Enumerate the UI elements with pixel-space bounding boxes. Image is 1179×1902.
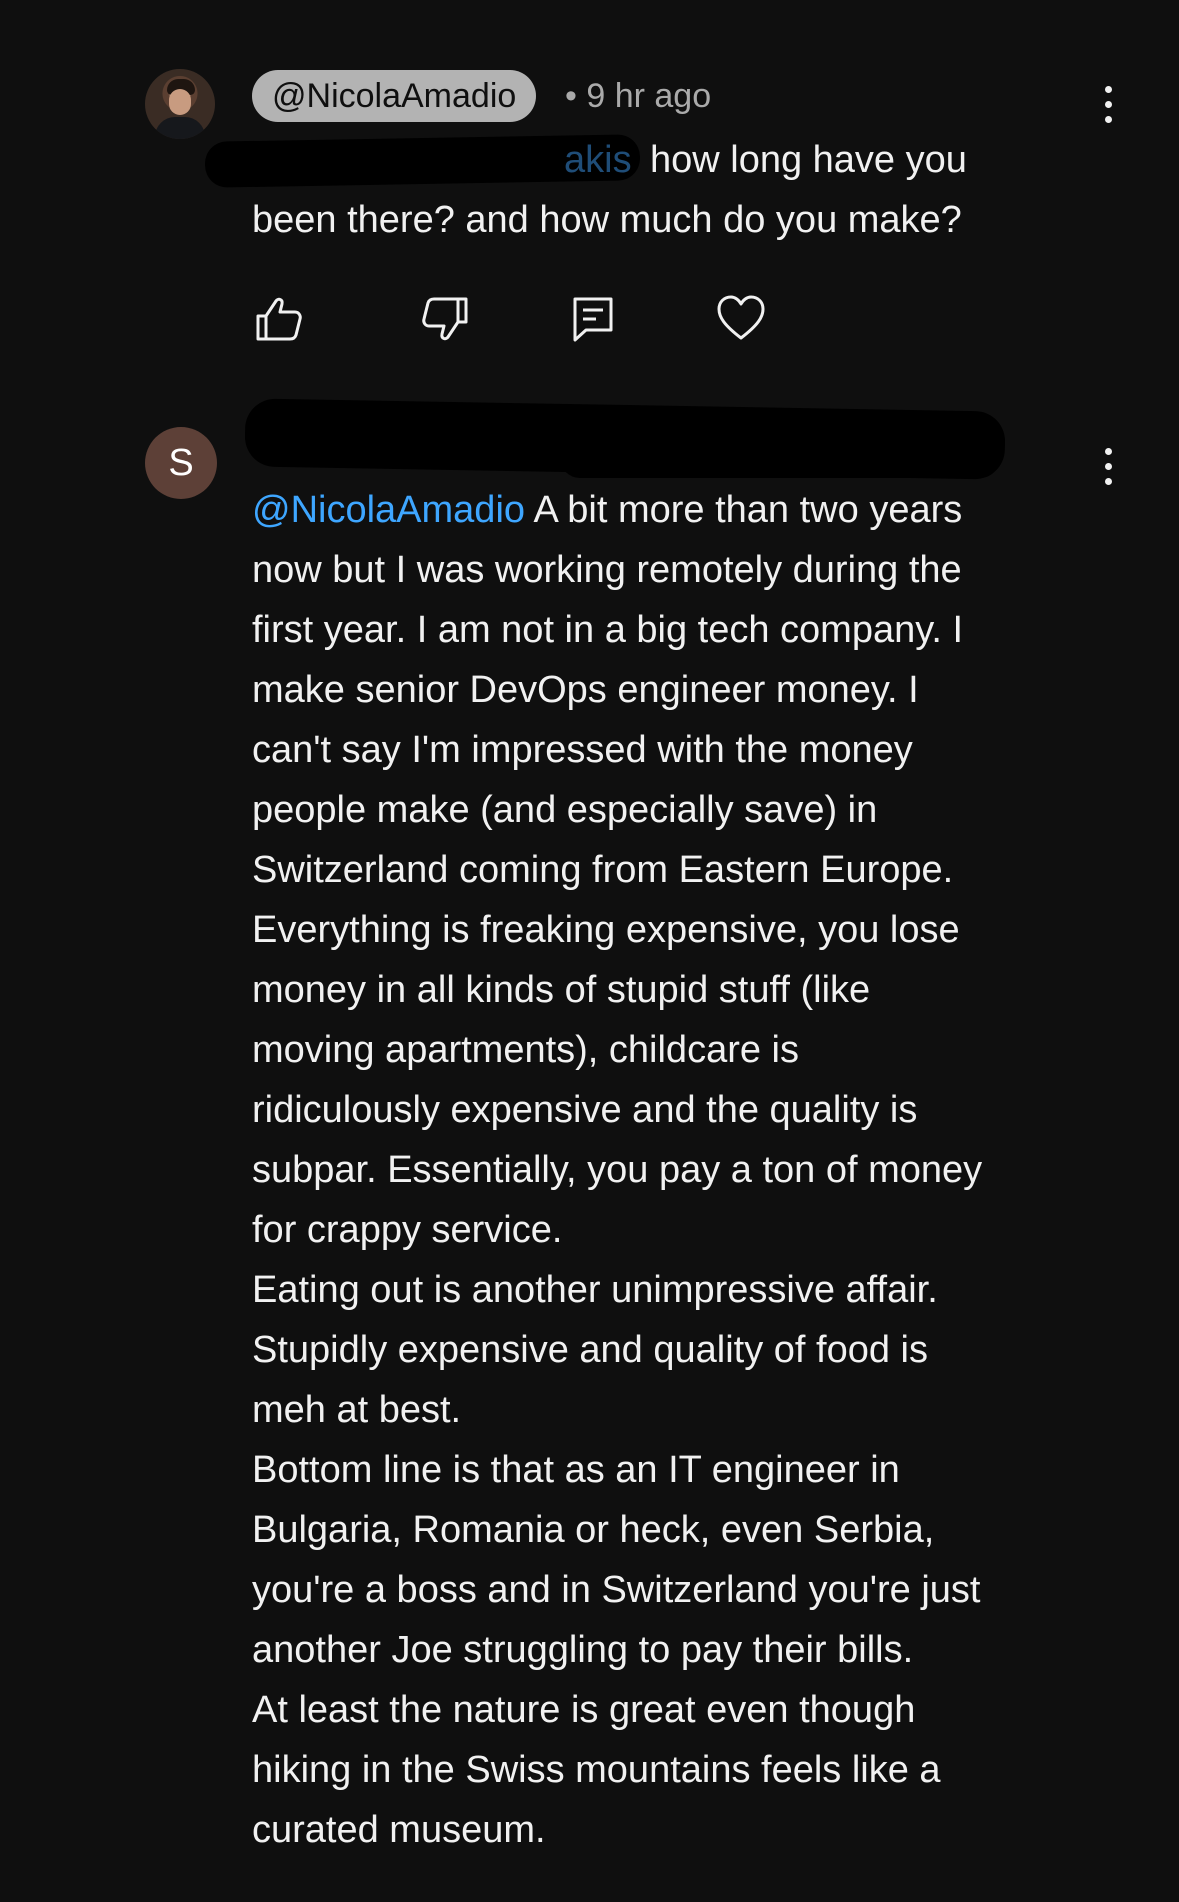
reply-icon — [573, 297, 613, 342]
comment-body-first-line: how long have you — [650, 139, 967, 181]
comment-body: @NicolaAmadio A bit more than two years … — [252, 480, 1152, 1860]
heart-icon — [717, 295, 765, 340]
like-button[interactable] — [252, 292, 306, 346]
comment-timestamp: • 9 hr ago — [565, 77, 712, 115]
author-handle[interactable]: @NicolaAmadio — [252, 70, 537, 122]
heart-button[interactable] — [714, 292, 768, 346]
comments-thread: @NicolaAmadio • 9 hr ago akis how long ha… — [0, 0, 1179, 1902]
avatar[interactable] — [145, 69, 215, 139]
avatar-shirt — [155, 117, 205, 139]
thumbs-up-icon — [256, 297, 302, 341]
redaction-mark — [560, 438, 1000, 478]
avatar[interactable]: S — [145, 427, 217, 499]
mention-link[interactable]: @NicolaAmadio — [252, 489, 525, 531]
more-options-icon[interactable] — [1093, 82, 1123, 128]
reply-button[interactable] — [566, 292, 620, 346]
thumbs-down-icon — [422, 297, 468, 341]
comment-body: akis how long have you been there? and how… — [252, 130, 1102, 250]
dislike-button[interactable] — [418, 292, 472, 346]
comment-body-text: A bit more than two years now but I was … — [252, 489, 983, 1851]
mention-fragment[interactable]: akis — [564, 130, 632, 190]
avatar-face — [169, 89, 191, 115]
